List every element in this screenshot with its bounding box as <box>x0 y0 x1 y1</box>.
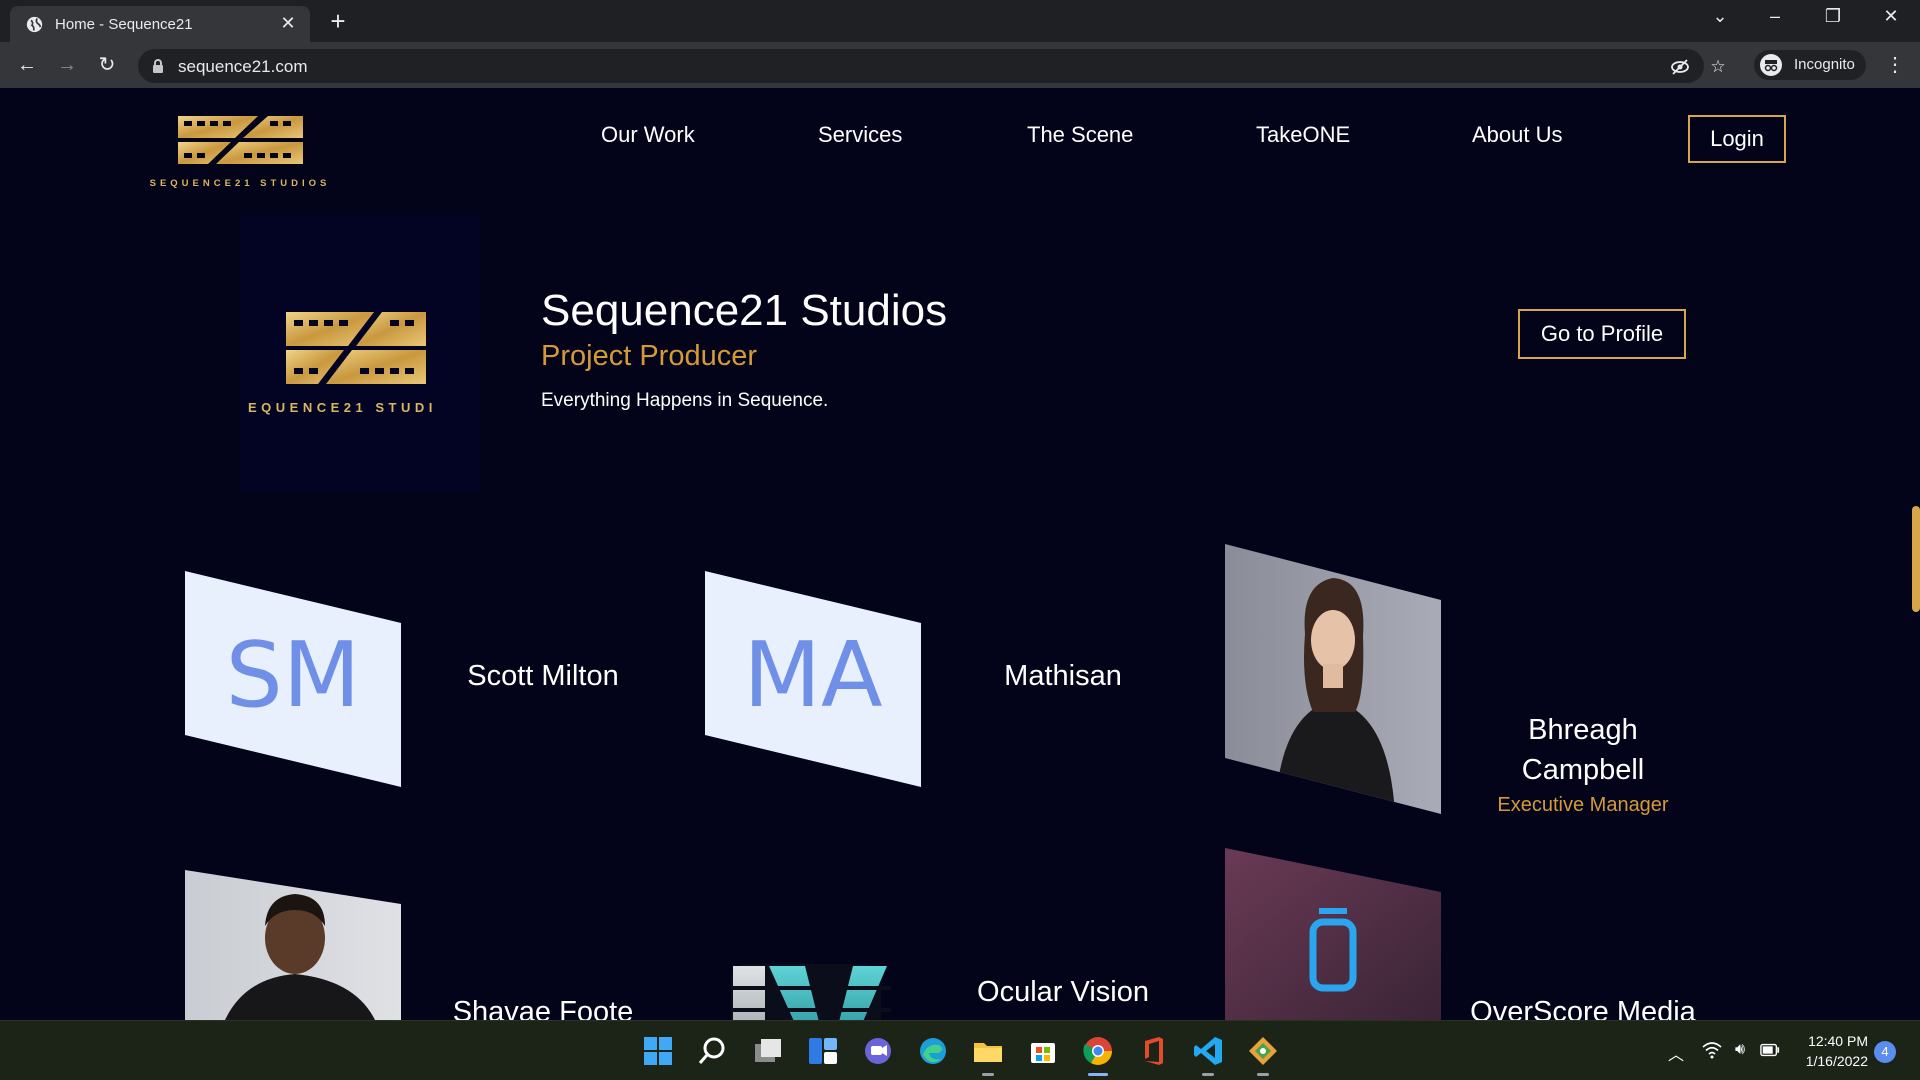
ov-logo-icon <box>731 964 891 1020</box>
reload-icon[interactable]: ↻ <box>92 50 122 80</box>
bookmark-star-icon[interactable]: ☆ <box>1708 57 1728 77</box>
member-role: Executive Manager <box>1497 794 1669 816</box>
studio-tagline: Everything Happens in Sequence. <box>541 390 829 411</box>
member-name[interactable]: Ocular Vision Media <box>920 972 1206 1020</box>
member-logo-overscore-media[interactable] <box>1225 848 1441 1020</box>
site-logo[interactable]: SEQUENCE21 STUDIOS <box>140 102 340 189</box>
new-tab-icon[interactable]: + <box>326 6 350 37</box>
address-bar[interactable]: sequence21.com ☆ <box>138 49 1726 83</box>
browser-tab-bar: Home - Sequence21 ✕ + ⌄ – ❐ ✕ <box>0 0 1920 42</box>
member-name-line: Media <box>920 1012 1206 1020</box>
member-avatar-mathisan[interactable]: MA <box>705 571 921 787</box>
member-name-line: Bhreagh <box>1528 714 1638 746</box>
member-name-line: Campbell <box>1521 754 1645 786</box>
widgets-icon[interactable] <box>807 1035 839 1067</box>
nav-services[interactable]: Services <box>818 122 902 148</box>
member-photo-bhreagh-campbell[interactable] <box>1225 544 1441 814</box>
battery-icon[interactable] <box>1760 1043 1780 1057</box>
browser-toolbar: ← → ↻ sequence21.com ☆ Incognito ⋮ <box>0 42 1920 88</box>
microsoft-store-icon[interactable] <box>1027 1035 1059 1067</box>
edge-browser-icon[interactable] <box>917 1035 949 1067</box>
web-page: SEQUENCE21 STUDIOS Our Work Services The… <box>0 88 1920 1020</box>
nav-the-scene[interactable]: The Scene <box>1027 122 1133 148</box>
vscode-icon[interactable] <box>1192 1035 1224 1067</box>
forward-icon[interactable]: → <box>52 50 82 80</box>
notification-badge[interactable]: 4 <box>1874 1041 1896 1063</box>
member-name[interactable]: Shavae Foote <box>400 992 686 1020</box>
running-indicator <box>982 1073 994 1076</box>
member-initials: SM <box>225 623 361 728</box>
studio-profile-image[interactable]: EQUENCE21 STUDI <box>240 216 480 492</box>
wifi-icon[interactable] <box>1702 1041 1722 1059</box>
windows-taskbar: ︿ 🔊︎ 12:40 PM 1/16/2022 4 <box>0 1020 1920 1080</box>
volume-icon[interactable]: 🔊︎ <box>1730 1041 1750 1059</box>
nav-about-us[interactable]: About Us <box>1472 122 1563 148</box>
incognito-label: Incognito <box>1794 56 1855 73</box>
eye-off-icon[interactable] <box>1670 57 1690 77</box>
browser-menu-icon[interactable]: ⋮ <box>1885 50 1905 80</box>
close-window-icon[interactable]: ✕ <box>1876 6 1906 27</box>
member-avatar-scott-milton[interactable]: SM <box>185 571 401 787</box>
scrollbar-thumb[interactable] <box>1912 506 1920 612</box>
chevron-up-icon[interactable]: ︿ <box>1666 1041 1686 1065</box>
member-logo-ocular-vision-media[interactable] <box>717 952 917 1020</box>
member-name[interactable]: OverScore Media <box>1440 992 1726 1020</box>
chrome-icon[interactable] <box>1082 1035 1114 1067</box>
url-text: sequence21.com <box>178 57 308 76</box>
member-name-line: Ocular Vision <box>977 976 1149 1008</box>
incognito-icon <box>1760 54 1782 76</box>
globe-icon <box>26 16 43 33</box>
task-view-icon[interactable] <box>752 1035 784 1067</box>
clock-date: 1/16/2022 <box>1805 1053 1868 1069</box>
chat-icon[interactable] <box>862 1035 894 1067</box>
film-strip-logo-icon <box>178 116 303 164</box>
running-indicator <box>1257 1073 1269 1076</box>
logo-wordmark: SEQUENCE21 STUDIOS <box>149 178 331 189</box>
tab-search-icon[interactable]: ⌄ <box>1705 6 1735 27</box>
studio-name: Sequence21 Studios <box>541 286 948 335</box>
film-strip-logo-icon <box>286 312 426 384</box>
file-explorer-icon[interactable] <box>972 1035 1004 1067</box>
search-icon[interactable] <box>697 1035 729 1067</box>
lock-icon <box>153 59 163 73</box>
member-name[interactable]: Bhreagh Campbell <box>1440 710 1726 790</box>
running-indicator <box>1202 1073 1214 1076</box>
studio-role: Project Producer <box>541 340 757 372</box>
nav-our-work[interactable]: Our Work <box>601 122 695 148</box>
windows-start-icon[interactable] <box>642 1035 674 1067</box>
back-icon[interactable]: ← <box>12 50 42 80</box>
login-button[interactable]: Login <box>1688 115 1786 163</box>
active-indicator <box>1088 1073 1108 1076</box>
close-tab-icon[interactable]: ✕ <box>278 13 298 34</box>
clock[interactable]: 12:40 PM 1/16/2022 <box>1800 1031 1868 1071</box>
nav-takeone[interactable]: TakeONE <box>1256 122 1350 148</box>
overscore-bar-icon <box>1319 908 1347 914</box>
tab-title: Home - Sequence21 <box>55 16 193 33</box>
incognito-badge[interactable]: Incognito <box>1754 50 1866 80</box>
clock-time: 12:40 PM <box>1808 1033 1868 1049</box>
restore-icon[interactable]: ❐ <box>1818 6 1848 27</box>
git-tool-icon[interactable] <box>1247 1035 1279 1067</box>
studio-logo-wordmark: EQUENCE21 STUDI <box>248 400 437 415</box>
browser-tab[interactable]: Home - Sequence21 ✕ <box>10 6 310 42</box>
go-to-profile-button[interactable]: Go to Profile <box>1518 309 1686 359</box>
member-initials: MA <box>743 623 883 728</box>
member-name[interactable]: Scott Milton <box>400 656 686 696</box>
minimize-icon[interactable]: – <box>1760 6 1790 27</box>
page-scrollbar[interactable] <box>1912 88 1920 1020</box>
member-photo-shavae-foote[interactable] <box>185 870 401 1020</box>
member-name[interactable]: Mathisan <box>920 656 1206 696</box>
office-icon[interactable] <box>1137 1035 1169 1067</box>
